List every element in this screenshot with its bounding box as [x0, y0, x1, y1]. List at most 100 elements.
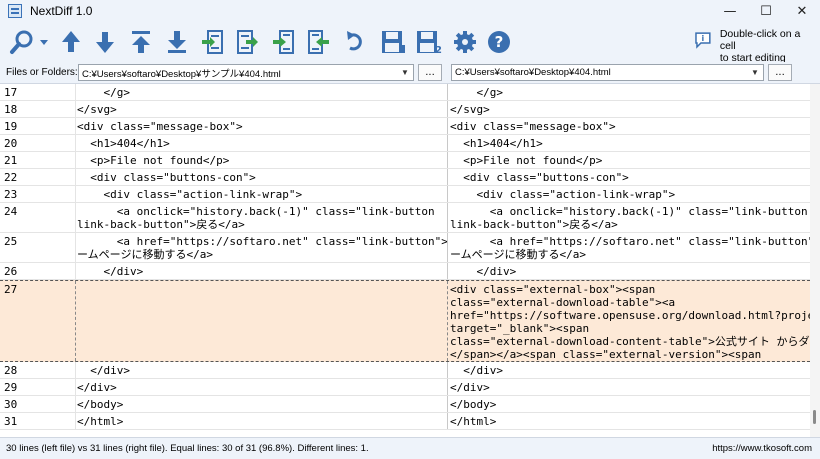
- right-cell[interactable]: </div>: [450, 379, 810, 395]
- close-button[interactable]: ✕: [784, 0, 820, 22]
- table-row[interactable]: 17 </g> </g>: [0, 84, 810, 101]
- info-icon: i: [695, 32, 711, 49]
- right-cell[interactable]: <a onclick="history.back(-1)" class="lin…: [450, 203, 810, 232]
- table-row[interactable]: 26 </div> </div>: [0, 263, 810, 280]
- left-cell[interactable]: <h1>404</h1>: [77, 135, 448, 151]
- right-cell[interactable]: <div class="buttons-con">: [450, 169, 810, 185]
- right-cell[interactable]: </html>: [450, 413, 810, 429]
- right-cell[interactable]: <h1>404</h1>: [450, 135, 810, 151]
- line-number: 28: [0, 362, 76, 378]
- undo-button[interactable]: [342, 27, 368, 57]
- table-row[interactable]: 18 </svg> </svg>: [0, 101, 810, 118]
- left-cell[interactable]: </div>: [77, 362, 448, 378]
- table-row[interactable]: 22 <div class="buttons-con"> <div class=…: [0, 169, 810, 186]
- left-cell[interactable]: [77, 281, 448, 361]
- left-cell[interactable]: <div class="buttons-con">: [77, 169, 448, 185]
- right-cell[interactable]: <a href="https://softaro.net" class="lin…: [450, 233, 810, 262]
- left-path-combobox[interactable]: C:¥Users¥softaro¥Desktop¥サンプル¥404.html ▼: [78, 64, 414, 81]
- status-url: https://www.tkosoft.com: [712, 443, 812, 454]
- left-cell[interactable]: <div class="message-box">: [77, 118, 448, 134]
- scrollbar-thumb[interactable]: [813, 410, 816, 424]
- copy-all-right-button[interactable]: [306, 27, 332, 57]
- settings-icon: [454, 31, 476, 53]
- right-cell-line: </html>: [450, 415, 497, 428]
- table-row[interactable]: 31 </html> </html>: [0, 413, 810, 430]
- right-cell[interactable]: </div>: [450, 263, 810, 279]
- table-row[interactable]: 29 </div> </div>: [0, 379, 810, 396]
- left-cell[interactable]: <p>File not found</p>: [77, 152, 448, 168]
- right-cell-line: class="external-download-table"><a: [450, 296, 676, 309]
- chevron-down-icon[interactable]: ▼: [399, 66, 411, 79]
- status-summary: 30 lines (left file) vs 31 lines (right …: [6, 443, 369, 454]
- right-browse-button[interactable]: ...: [768, 64, 792, 81]
- search-button[interactable]: [6, 27, 52, 57]
- move-top-icon: [132, 31, 150, 53]
- copy-all-left-button[interactable]: [270, 27, 296, 57]
- settings-button[interactable]: [452, 27, 478, 57]
- left-cell[interactable]: </body>: [77, 396, 448, 412]
- maximize-button[interactable]: ☐: [748, 0, 784, 22]
- right-cell-line: <div class="external-box"><span: [450, 283, 656, 296]
- table-row[interactable]: 30 </body> </body>: [0, 396, 810, 413]
- move-bottom-button[interactable]: [164, 27, 190, 57]
- right-cell[interactable]: </body>: [450, 396, 810, 412]
- window-controls: — ☐ ✕: [712, 0, 820, 22]
- right-cell[interactable]: </div>: [450, 362, 810, 378]
- diff-grid[interactable]: 17 </g> </g> 18 </svg> </svg> 19 <div class="…: [0, 84, 810, 437]
- table-row[interactable]: 21 <p>File not found</p> <p>File not fou…: [0, 152, 810, 169]
- chevron-down-icon[interactable]: ▼: [749, 66, 761, 79]
- save-left-button[interactable]: [378, 27, 408, 57]
- right-cell-line: <a href="https://softaro.net" class="lin…: [450, 235, 810, 248]
- right-cell[interactable]: </g>: [450, 84, 810, 100]
- vertical-scrollbar[interactable]: [810, 84, 820, 437]
- left-cell-line: <h1>404</h1>: [77, 137, 170, 150]
- right-cell-line: </span></a><span class="external-version…: [450, 348, 762, 361]
- line-number: 19: [0, 118, 76, 134]
- move-down-button[interactable]: [92, 27, 118, 57]
- copy-left-to-right-icon: [202, 30, 223, 54]
- left-cell-line: <div class="action-link-wrap">: [77, 188, 303, 201]
- right-cell[interactable]: </svg>: [450, 101, 810, 117]
- right-cell[interactable]: <div class="action-link-wrap">: [450, 186, 810, 202]
- move-up-button[interactable]: [58, 27, 84, 57]
- line-number: 21: [0, 152, 76, 168]
- line-number: 26: [0, 263, 76, 279]
- right-path-combobox[interactable]: C:¥Users¥softaro¥Desktop¥404.html ▼: [451, 64, 764, 81]
- copy-left-to-right-button[interactable]: [199, 27, 225, 57]
- minimize-button[interactable]: —: [712, 0, 748, 22]
- line-number: 30: [0, 396, 76, 412]
- right-cell[interactable]: <p>File not found</p>: [450, 152, 810, 168]
- left-cell-line: <div class="message-box">: [77, 120, 243, 133]
- table-row[interactable]: 25 <a href="https://softaro.net" class="…: [0, 233, 810, 263]
- line-number: 27: [0, 281, 76, 361]
- move-down-icon: [96, 32, 114, 53]
- table-row[interactable]: 20 <h1>404</h1> <h1>404</h1>: [0, 135, 810, 152]
- table-row[interactable]: 24 <a onclick="history.back(-1)" class="…: [0, 203, 810, 233]
- app-logo-icon: [8, 4, 22, 18]
- left-browse-button[interactable]: ...: [418, 64, 442, 81]
- left-cell[interactable]: <a onclick="history.back(-1)" class="lin…: [77, 203, 448, 232]
- table-row[interactable]: 27 <div class="external-box"><span class="…: [0, 280, 810, 362]
- left-cell[interactable]: </svg>: [77, 101, 448, 117]
- save-right-button[interactable]: 2: [414, 27, 444, 57]
- move-top-button[interactable]: [128, 27, 154, 57]
- left-cell[interactable]: <div class="action-link-wrap">: [77, 186, 448, 202]
- hint-text: Double-click on a cell to start editing: [719, 28, 801, 64]
- table-row[interactable]: 19 <div class="message-box"> <div class="m…: [0, 118, 810, 135]
- right-cell-line: target="_blank"><span: [450, 322, 590, 335]
- table-row[interactable]: 23 <div class="action-link-wrap"> <div c…: [0, 186, 810, 203]
- left-cell[interactable]: <a href="https://softaro.net" class="lin…: [77, 233, 448, 262]
- line-number: 17: [0, 84, 76, 100]
- line-number: 23: [0, 186, 76, 202]
- right-cell[interactable]: <div class="external-box"><span class="ex…: [450, 281, 810, 361]
- left-cell[interactable]: </html>: [77, 413, 448, 429]
- left-cell[interactable]: </div>: [77, 379, 448, 395]
- copy-right-to-left-button[interactable]: [235, 27, 261, 57]
- line-number: 18: [0, 101, 76, 117]
- help-button[interactable]: ?: [486, 27, 512, 57]
- left-cell[interactable]: </g>: [77, 84, 448, 100]
- table-row[interactable]: 28 </div> </div>: [0, 362, 810, 379]
- left-cell-line: ームページに移動する</a>: [77, 248, 213, 261]
- right-cell[interactable]: <div class="message-box">: [450, 118, 810, 134]
- left-cell[interactable]: </div>: [77, 263, 448, 279]
